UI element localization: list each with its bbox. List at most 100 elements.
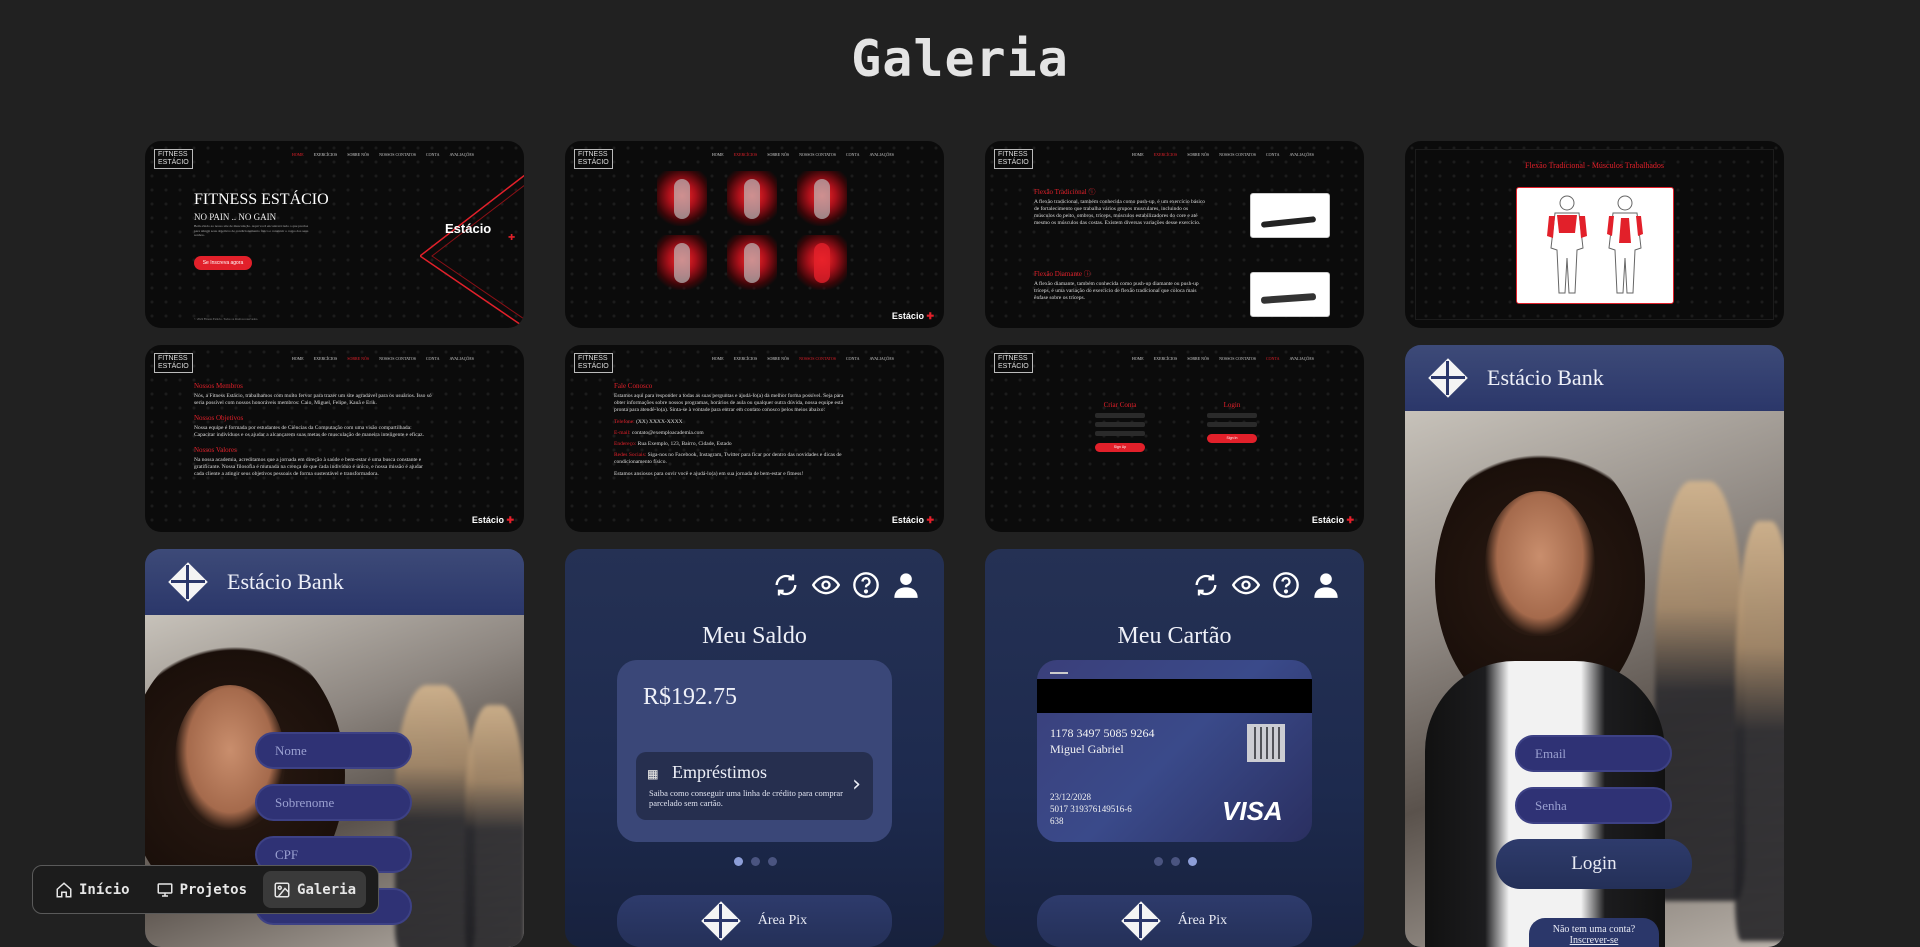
gallery-card-bank-card[interactable]: Meu Cartão 1178 3497 5085 9264 Miguel Ga… [985, 549, 1364, 947]
muscle-legs-thumb [657, 235, 707, 290]
card-account: 5017 319376149516-6 [1050, 804, 1132, 814]
contact-email-label: E-mail: [614, 430, 631, 436]
contact-phone-value: (XX) XXXX-XXXX [636, 419, 683, 425]
nav-item: HOME [291, 152, 304, 157]
contact-text: Estamos aqui para responder a todas as s… [614, 393, 844, 413]
card-chip-line [1050, 672, 1068, 674]
carousel-dot[interactable] [1171, 857, 1180, 866]
nav-item: NOSSOS CONTATOS [379, 152, 416, 157]
home-icon [56, 881, 72, 897]
bank-logo-icon [169, 563, 207, 601]
login-password-field [1207, 422, 1257, 427]
page-title: Galeria [851, 30, 1069, 88]
nav-item: AVALIAÇÕES [1289, 152, 1314, 157]
nav-item: EXERCÍCIOS [313, 356, 338, 361]
muscles-title: Flexão Tradicional - Músculos Trabalhado… [1524, 161, 1665, 170]
gallery-card-fitness-muscles[interactable]: Flexão Tradicional - Músculos Trabalhado… [1405, 141, 1784, 328]
carousel-dots [1154, 857, 1197, 866]
woman-face [1485, 491, 1595, 636]
carousel-dot[interactable] [734, 857, 743, 866]
eye-icon[interactable] [812, 571, 840, 599]
nav-item: SOBRE NÓS [1187, 152, 1210, 157]
logo-line2: ESTÁCIO [158, 159, 189, 166]
email-input[interactable]: Email [1515, 735, 1672, 772]
card-details: 23/12/2028 5017 319376149516-6 638 [1050, 791, 1132, 827]
nav-inicio[interactable]: Início [45, 871, 140, 908]
fitness-logo: FITNESS ESTÁCIO [994, 353, 1033, 373]
nav-item: NOSSOS CONTATOS [1219, 356, 1256, 361]
user-icon[interactable] [892, 571, 920, 599]
muscle-chest-thumb [657, 171, 707, 226]
gallery-card-bank-login[interactable]: Estácio Bank Email Senha Login Não tem u… [1405, 345, 1784, 947]
refresh-icon[interactable] [772, 571, 800, 599]
brand-footer: Estácio ✚ [1312, 515, 1354, 526]
help-icon[interactable] [852, 571, 880, 599]
nav-item: NOSSOS CONTATOS [1219, 152, 1256, 157]
carousel-dot[interactable] [751, 857, 760, 866]
gallery-card-bank-balance[interactable]: Meu Saldo R$192.75 ▦ Empréstimos Saiba c… [565, 549, 944, 947]
gallery-icon [274, 882, 290, 897]
muscle-arms-thumb [797, 171, 847, 226]
hero-signup-button: Se Inscreva agora [194, 256, 252, 270]
balance-toolbar [772, 571, 920, 599]
logo-line1: FITNESS [158, 151, 188, 158]
nav-galeria[interactable]: Galeria [263, 871, 367, 908]
gallery-card-fitness-about[interactable]: FITNESS ESTÁCIO HOME EXERCÍCIOS SOBRE NÓS… [145, 345, 524, 532]
nav-item: EXERCÍCIOS [733, 152, 758, 157]
nav-projetos[interactable]: Projetos [146, 871, 257, 908]
carousel-dot[interactable] [1188, 857, 1197, 866]
nome-input[interactable]: Nome [255, 732, 412, 769]
create-name-field [1095, 413, 1145, 418]
signup-button: Sign Up [1095, 443, 1145, 452]
card-holder: Miguel Gabriel [1050, 742, 1124, 756]
gallery-card-fitness-account[interactable]: FITNESS ESTÁCIO HOME EXERCÍCIOS SOBRE NÓS… [985, 345, 1364, 532]
pix-button[interactable]: Área Pix [1037, 895, 1312, 947]
nav-item: CONTA [426, 356, 440, 361]
nav-item: HOME [711, 152, 724, 157]
nav-item: SOBRE NÓS [347, 152, 370, 157]
brand-footer: Estácio ✚ [892, 515, 934, 526]
logo-line1: FITNESS [578, 355, 608, 362]
gallery-card-fitness-contact[interactable]: FITNESS ESTÁCIO HOME EXERCÍCIOS SOBRE NÓS… [565, 345, 944, 532]
loans-button[interactable]: ▦ Empréstimos Saiba como conseguir uma l… [636, 752, 873, 820]
pix-label: Área Pix [757, 913, 808, 928]
carousel-dots [734, 857, 777, 866]
create-account-form: Criar Conta Sign Up [1095, 401, 1145, 452]
fitness-nav: HOME EXERCÍCIOS SOBRE NÓS NOSSOS CONTATO… [712, 356, 894, 361]
carousel-dot[interactable] [1154, 857, 1163, 866]
contact-section: Fale Conosco Estamos aqui para responder… [614, 383, 854, 478]
hero-brand: Estácio [445, 221, 492, 236]
nav-item: SOBRE NÓS [1187, 356, 1210, 361]
contact-address: Endereço: Rua Exemplo, 123, Bairro, Cida… [614, 441, 854, 448]
nav-item: EXERCÍCIOS [1153, 152, 1178, 157]
nav-item: SOBRE NÓS [767, 152, 790, 157]
balance-value: R$192.75 [643, 684, 738, 710]
carousel-dot[interactable] [768, 857, 777, 866]
nav-inicio-label: Início [79, 881, 130, 898]
gallery-card-fitness-home[interactable]: FITNESS ESTÁCIO HOME EXERCÍCIOS SOBRE NÓS… [145, 141, 524, 328]
gallery-card-fitness-exercises[interactable]: FITNESS ESTÁCIO HOME EXERCÍCIOS SOBRE NÓS… [565, 141, 944, 328]
help-icon[interactable] [1272, 571, 1300, 599]
nav-item: EXERCÍCIOS [733, 356, 758, 361]
credit-card: 1178 3497 5085 9264 Miguel Gabriel 23/12… [1037, 660, 1312, 842]
eye-icon[interactable] [1232, 571, 1260, 599]
contact-phone-label: Telefone: [614, 419, 635, 425]
sobrenome-input[interactable]: Sobrenome [255, 784, 412, 821]
create-password-field [1095, 431, 1145, 436]
contact-social: Redes Sociais: Siga-nos no Facebook, Ins… [614, 452, 854, 466]
chevron-right-icon: › [849, 772, 863, 797]
pix-button[interactable]: Área Pix [617, 895, 892, 947]
hero-title: FITNESS ESTÁCIO [194, 191, 329, 208]
logo-line2: ESTÁCIO [578, 159, 609, 166]
bank-logo-icon [1429, 359, 1467, 397]
refresh-icon[interactable] [1192, 571, 1220, 599]
password-input[interactable]: Senha [1515, 787, 1672, 824]
signup-link[interactable]: Inscrever-se [1529, 935, 1659, 946]
brand-footer: Estácio ✚ [472, 515, 514, 526]
nav-item: AVALIAÇÕES [449, 152, 474, 157]
login-button[interactable]: Login [1496, 839, 1692, 889]
user-icon[interactable] [1312, 571, 1340, 599]
background-person [1735, 521, 1784, 941]
background-person [1655, 481, 1745, 901]
gallery-card-fitness-exercise-detail[interactable]: FITNESS ESTÁCIO HOME EXERCÍCIOS SOBRE NÓS… [985, 141, 1364, 328]
